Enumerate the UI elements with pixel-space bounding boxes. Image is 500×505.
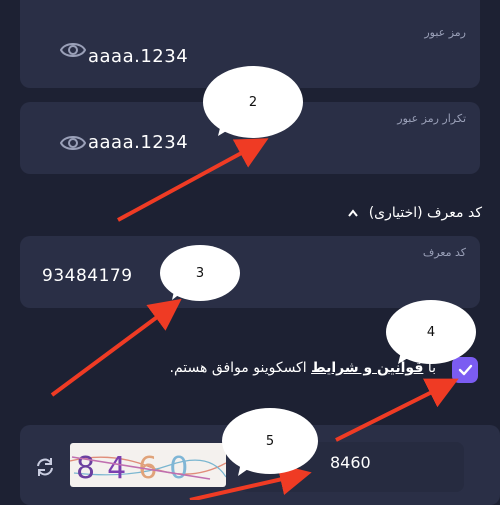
- annotation-bubble-4: 4: [386, 300, 476, 364]
- annotation-bubble-2: 2: [203, 66, 303, 138]
- annotation-bubble-5: 5: [222, 408, 318, 474]
- annotation-bubble-3: 3: [160, 245, 240, 301]
